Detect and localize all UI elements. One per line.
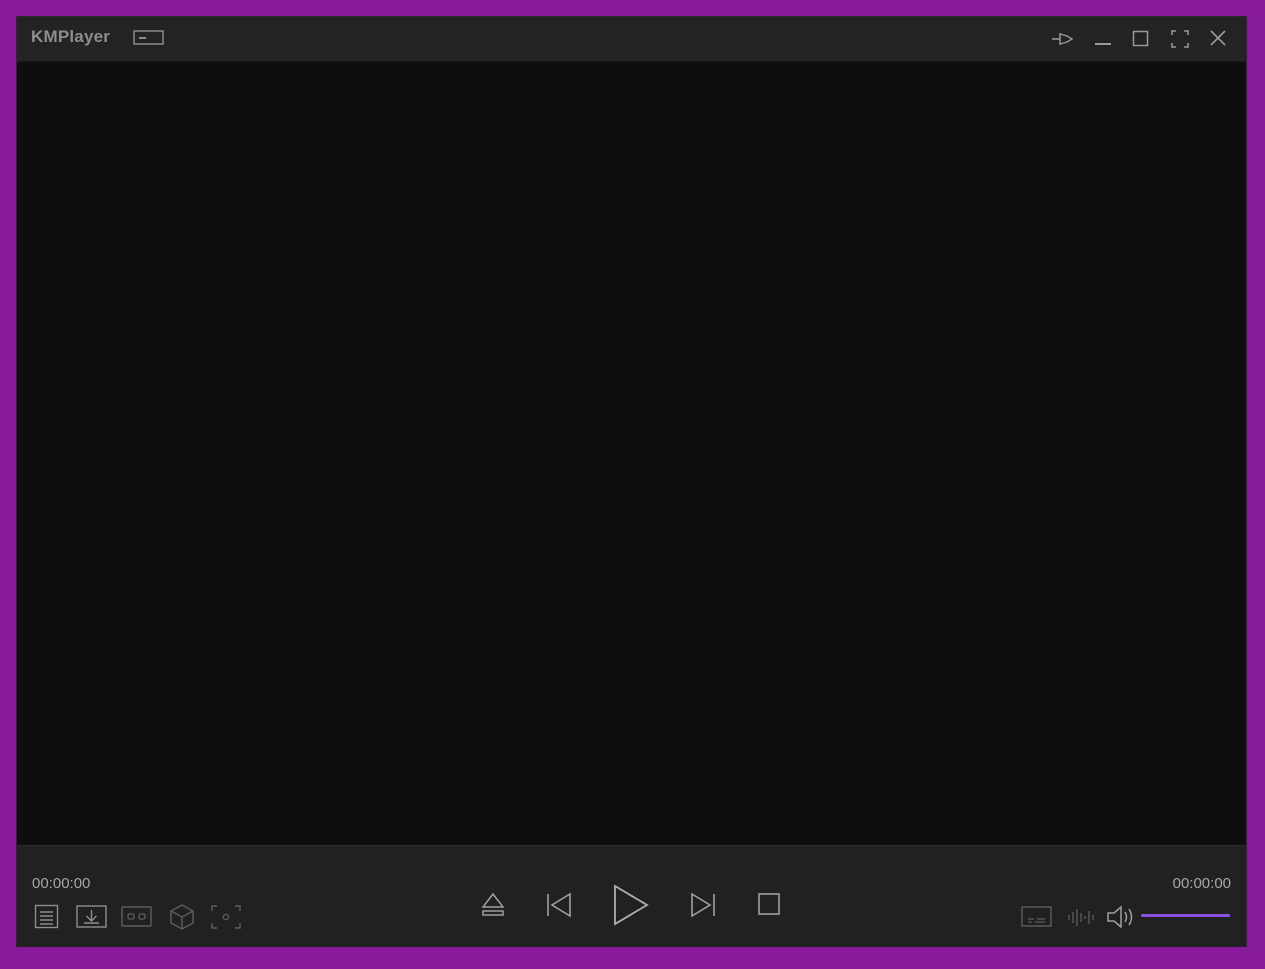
stop-icon[interactable] [757, 892, 781, 916]
app-title: KMPlayer [31, 27, 111, 46]
previous-icon[interactable] [545, 891, 573, 919]
control-bar: 00:00:00 00:00:00 [17, 845, 1246, 947]
equalizer-icon[interactable] [1066, 905, 1098, 929]
fullscreen-icon[interactable] [1170, 29, 1190, 49]
mini-mode-icon[interactable] [133, 30, 164, 46]
playlist-icon[interactable] [34, 904, 60, 930]
title-bar[interactable]: KMPlayer [17, 17, 1246, 62]
download-icon[interactable] [76, 905, 108, 929]
next-icon[interactable] [689, 891, 717, 919]
total-time: 00:00:00 [1172, 875, 1231, 892]
volume-slider[interactable] [1141, 914, 1230, 917]
play-icon[interactable] [611, 884, 651, 926]
minimize-icon[interactable] [1093, 29, 1113, 49]
video-area[interactable] [17, 62, 1246, 845]
volume-icon[interactable] [1106, 903, 1138, 931]
pin-icon[interactable] [1050, 29, 1074, 49]
vr-icon[interactable] [121, 905, 153, 929]
maximize-icon[interactable] [1131, 29, 1151, 49]
close-icon[interactable] [1208, 28, 1228, 48]
current-time: 00:00:00 [32, 875, 91, 892]
subtitle-icon[interactable] [1021, 905, 1053, 929]
capture-icon[interactable] [210, 904, 242, 930]
3d-cube-icon[interactable] [168, 903, 196, 931]
eject-icon[interactable] [481, 891, 505, 919]
volume-slider-fill [1141, 914, 1230, 917]
player-window: KMPlayer 00:00:00 00:00:00 [17, 17, 1246, 947]
